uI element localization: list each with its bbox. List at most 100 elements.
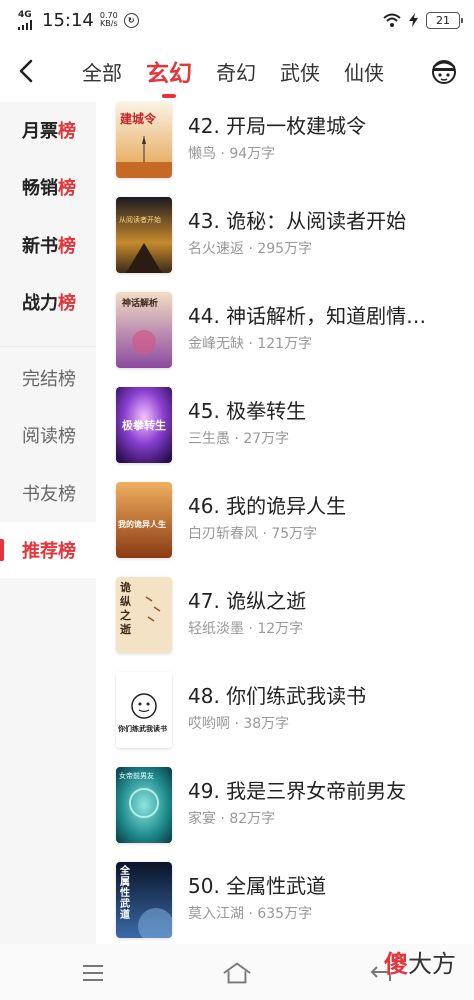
book-item[interactable]: 你们练武我读书 48. 你们练武我读书 哎哟啊 · 38万字: [96, 672, 474, 767]
battery-indicator: 21: [426, 11, 463, 29]
book-cover-title: 诡纵之逝: [120, 581, 131, 636]
sidebar-item-label-accent: 榜: [58, 178, 76, 199]
book-item[interactable]: 我的诡异人生 46. 我的诡异人生 白刃斩春风 · 75万字: [96, 482, 474, 577]
book-cover: 女帝前男友: [116, 767, 172, 843]
book-cover: 我的诡异人生: [116, 482, 172, 558]
book-cover-title: 全属性武道: [120, 866, 130, 921]
book-word-count: 12万字: [257, 621, 304, 637]
chevron-left-icon: [19, 59, 33, 83]
watermark: 傻大方: [384, 944, 456, 979]
book-meta: 三生愚 · 27万字: [188, 431, 290, 447]
book-title: 45. 极拳转生: [188, 399, 307, 423]
tab-wuxia[interactable]: 武侠: [280, 57, 320, 86]
sidebar-item-label-accent: 榜: [58, 293, 76, 314]
book-author: 莫入江湖: [188, 906, 244, 922]
book-title: 49. 我是三界女帝前男友: [188, 779, 407, 803]
book-cover: 从阅读者开始: [116, 197, 172, 273]
status-left: 4G 15:14 0.70 KB/s ↻: [18, 10, 139, 31]
book-cover-title: 神话解析: [122, 299, 159, 309]
book-title: 47. 诡纵之逝: [188, 589, 307, 613]
book-meta: 哎哟啊 · 38万字: [188, 716, 290, 732]
book-word-count: 121万字: [257, 336, 313, 352]
book-title: 48. 你们练武我读书: [188, 684, 367, 708]
status-right: 21: [383, 11, 463, 29]
book-cover: 诡纵之逝: [116, 577, 172, 653]
book-cover: 全属性武道: [116, 862, 172, 938]
watermark-red-char: 傻: [384, 950, 408, 978]
book-title: 43. 诡秘：从阅读者开始: [188, 209, 407, 233]
book-meta: 轻纸淡墨 · 12万字: [188, 621, 304, 637]
status-bar: 4G 15:14 0.70 KB/s ↻ 21: [0, 0, 474, 40]
book-cover: 你们练武我读书: [116, 672, 172, 748]
category-tabs: 全部 玄幻 奇幻 武侠 仙侠: [82, 54, 408, 98]
signal-label: 4G: [18, 9, 32, 20]
book-item[interactable]: 建城令 42. 开局一枚建城令 懒鸟 · 94万字: [96, 102, 474, 197]
book-author: 懒鸟: [188, 146, 216, 162]
book-author: 三生愚: [188, 431, 230, 447]
book-meta: 莫入江湖 · 635万字: [188, 906, 313, 922]
home-button[interactable]: [222, 958, 252, 988]
sidebar-item-label-accent: 榜: [58, 121, 76, 142]
sidebar-item-label: 新书: [22, 236, 58, 257]
tab-all[interactable]: 全部: [82, 57, 122, 86]
clock: 15:14: [42, 9, 94, 31]
menu-button[interactable]: [78, 958, 108, 988]
book-item[interactable]: 诡纵之逝 47. 诡纵之逝 轻纸淡墨 · 12万字: [96, 577, 474, 672]
book-cover: 极拳转生: [116, 387, 172, 463]
book-word-count: 38万字: [243, 716, 290, 732]
book-author: 家宴: [188, 811, 216, 827]
tab-xuanhuan[interactable]: 玄幻: [146, 54, 192, 98]
book-cover-title: 建城令: [120, 112, 157, 126]
book-cover: 建城令: [116, 102, 172, 178]
book-title: 46. 我的诡异人生: [188, 494, 347, 518]
sidebar-item-new-book[interactable]: 新书榜: [0, 217, 96, 273]
sidebar-item-bestseller[interactable]: 畅销榜: [0, 159, 96, 215]
sidebar-item-recommend[interactable]: 推荐榜: [0, 522, 96, 578]
signal-bars-icon: [18, 19, 32, 30]
net-speed-unit: KB/s: [99, 19, 118, 28]
book-cover: 神话解析: [116, 292, 172, 368]
back-button[interactable]: [4, 49, 48, 93]
sync-circle-icon: ↻: [123, 12, 139, 28]
sidebar-divider: [0, 346, 96, 347]
book-item[interactable]: 女帝前男友 49. 我是三界女帝前男友 家宴 · 82万字: [96, 767, 474, 862]
book-word-count: 94万字: [229, 146, 276, 162]
home-icon: [223, 962, 251, 984]
book-author: 白刃斩春风: [188, 526, 258, 542]
book-meta: 家宴 · 82万字: [188, 811, 276, 827]
book-author: 轻纸淡墨: [188, 621, 244, 637]
sidebar-item-reader-friend[interactable]: 书友榜: [0, 465, 96, 521]
menu-lines-icon: [83, 965, 103, 981]
tab-qihuan[interactable]: 奇幻: [216, 57, 256, 86]
avatar-button[interactable]: [424, 51, 464, 91]
book-title: 50. 全属性武道: [188, 874, 327, 898]
sidebar-item-label: 战力: [22, 293, 58, 314]
charging-icon: [409, 13, 418, 27]
book-meta: 懒鸟 · 94万字: [188, 146, 276, 162]
tab-xianxia[interactable]: 仙侠: [344, 57, 384, 86]
book-word-count: 635万字: [257, 906, 313, 922]
sidebar-item-power[interactable]: 战力榜: [0, 274, 96, 330]
book-item[interactable]: 神话解析 44. 神话解析，知道剧情… 金峰无缺 · 121万字: [96, 292, 474, 387]
book-cover-title: 你们练武我读书: [118, 725, 167, 733]
book-word-count: 295万字: [257, 241, 313, 257]
wifi-icon: [383, 13, 401, 27]
book-word-count: 75万字: [271, 526, 318, 542]
book-title: 44. 神话解析，知道剧情…: [188, 304, 427, 328]
net-speed: 0.70 KB/s: [100, 12, 118, 28]
book-item[interactable]: 全属性武道 50. 全属性武道 莫入江湖 · 635万字: [96, 862, 474, 957]
signal-indicator: 4G: [18, 9, 34, 30]
sidebar-item-reading[interactable]: 阅读榜: [0, 407, 96, 463]
sidebar-item-completed[interactable]: 完结榜: [0, 350, 96, 406]
book-word-count: 82万字: [229, 811, 276, 827]
book-cover-title: 我的诡异人生: [118, 520, 166, 529]
sidebar-item-label: 月票: [22, 121, 58, 142]
battery-level: 21: [436, 13, 450, 27]
sidebar-item-monthly-ticket[interactable]: 月票榜: [0, 102, 96, 158]
avatar-face-icon: [432, 60, 456, 84]
book-item[interactable]: 极拳转生 45. 极拳转生 三生愚 · 27万字: [96, 387, 474, 482]
book-meta: 名火速返 · 295万字: [188, 241, 313, 257]
sidebar-item-label: 畅销: [22, 178, 58, 199]
book-item[interactable]: 从阅读者开始 43. 诡秘：从阅读者开始 名火速返 · 295万字: [96, 197, 474, 292]
sidebar-item-label-accent: 榜: [58, 236, 76, 257]
